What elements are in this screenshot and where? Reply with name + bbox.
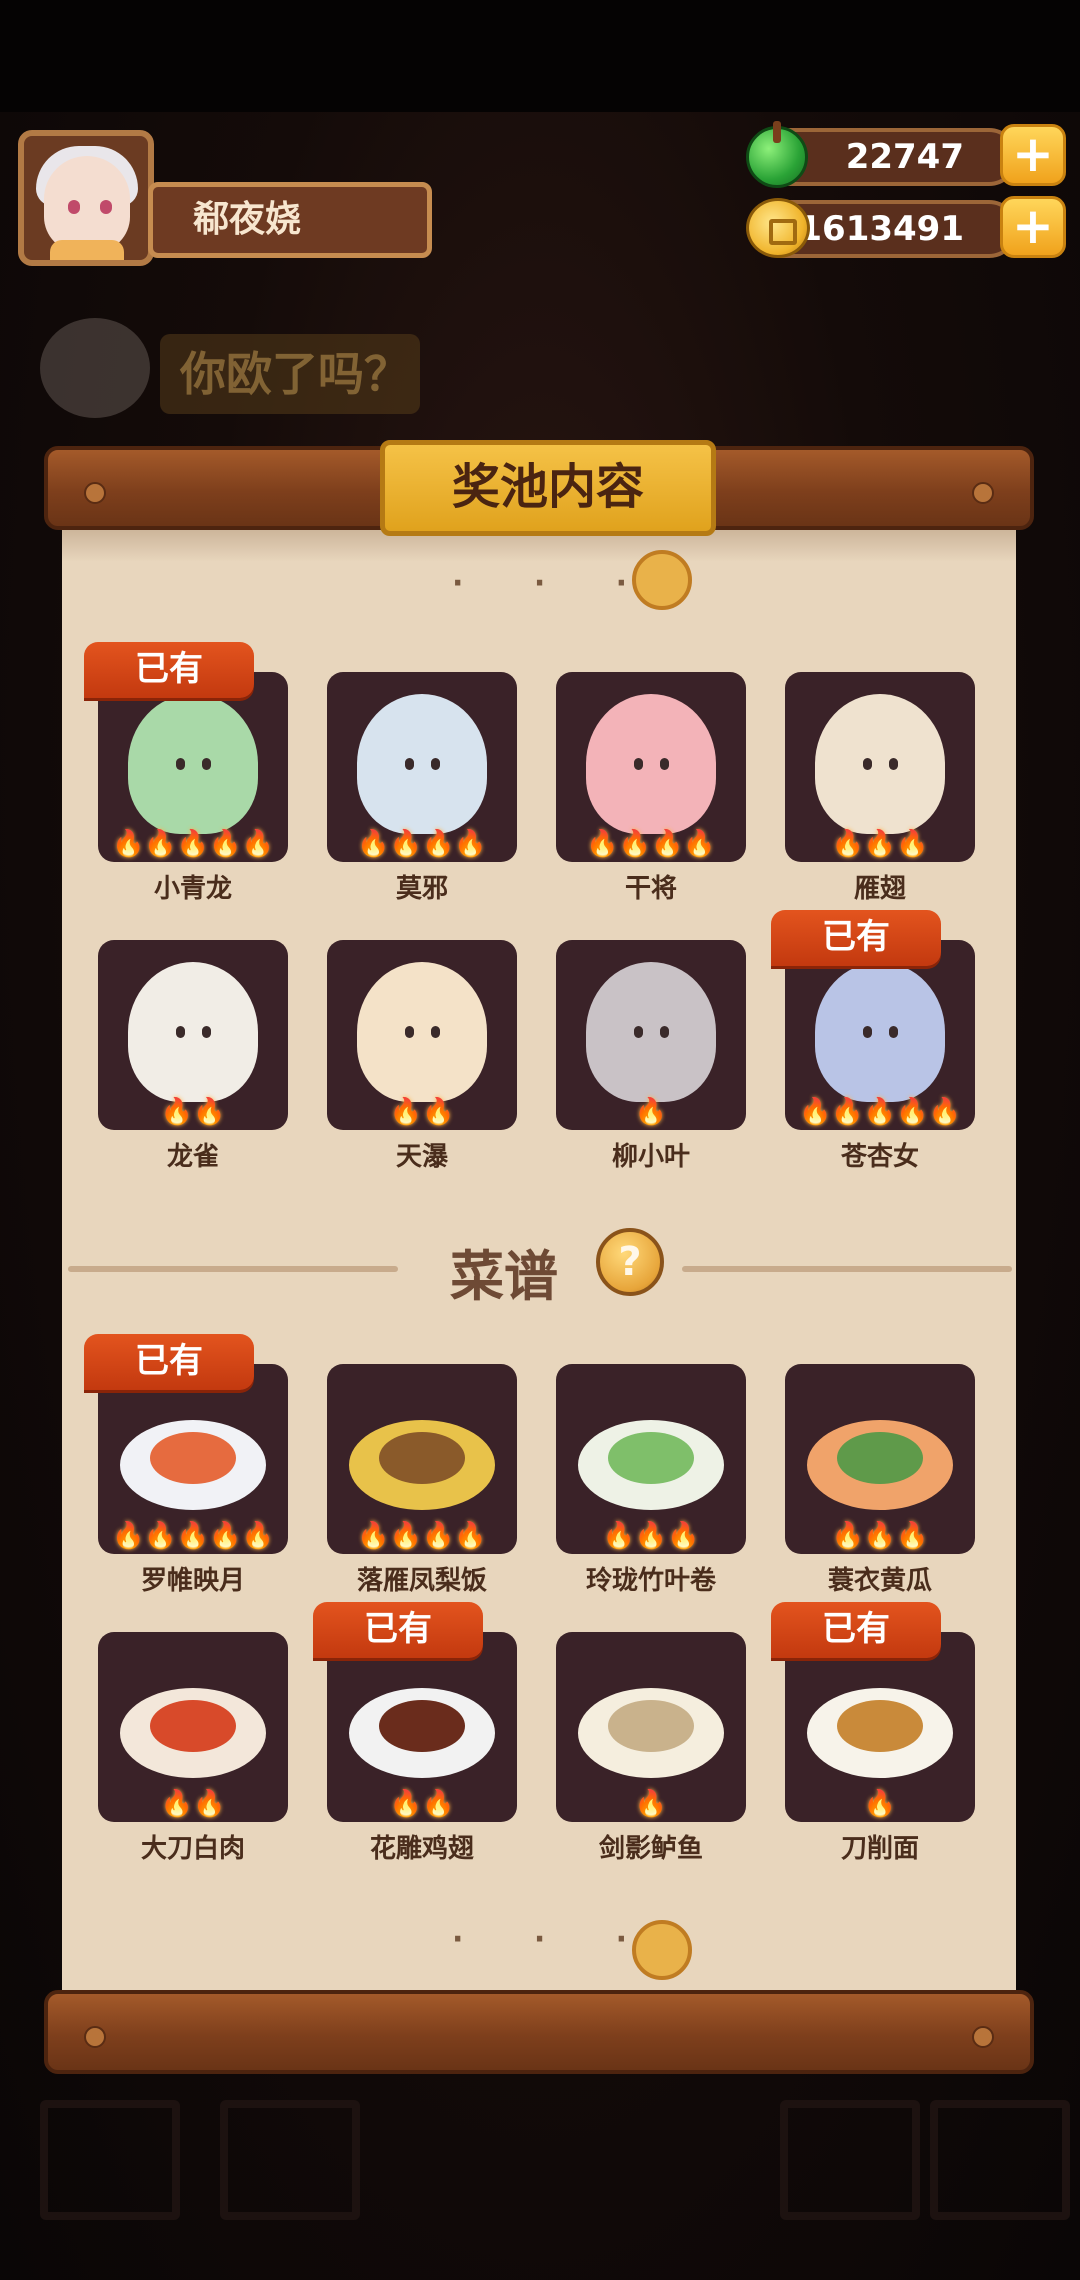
dish-image: [120, 1420, 266, 1510]
character-portrait: [128, 962, 258, 1102]
dish-image: [349, 1688, 495, 1778]
backdrop-banner: 你欧了吗？: [160, 334, 420, 414]
player-avatar[interactable]: [18, 130, 154, 266]
add-gems-button[interactable]: +: [1000, 124, 1066, 186]
recipe-card[interactable]: 🔥🔥: [327, 1632, 517, 1822]
rarity-flames: 🔥🔥: [160, 1789, 226, 1819]
character-name: 干将: [624, 874, 677, 904]
rarity-flames: 🔥🔥🔥🔥🔥: [112, 829, 274, 859]
divider-right: [682, 1266, 1012, 1272]
rarity-flames: 🔥🔥🔥🔥: [357, 829, 487, 859]
character-name: 雁翅: [853, 874, 906, 904]
character-name: 莫邪: [395, 874, 448, 904]
floor-tile: [40, 2100, 180, 2220]
character-name: 龙雀: [166, 1142, 219, 1172]
rarity-flames: 🔥: [863, 1789, 897, 1819]
recipe-card[interactable]: 🔥: [785, 1632, 975, 1822]
recipe-card[interactable]: 🔥🔥🔥: [785, 1364, 975, 1554]
rarity-flames: 🔥🔥: [160, 1097, 226, 1127]
dish-image: [349, 1420, 495, 1510]
character-portrait: [357, 962, 487, 1102]
character-card[interactable]: 🔥🔥🔥🔥: [327, 672, 517, 862]
rarity-flames: 🔥🔥🔥🔥🔥: [799, 1097, 961, 1127]
section-help-icon-partial: [632, 550, 692, 610]
floor-tile: [780, 2100, 920, 2220]
recipe-name: 花雕鸡翅: [369, 1834, 474, 1864]
character-name: 小青龙: [153, 874, 232, 904]
recipe-card[interactable]: 🔥🔥🔥🔥🔥: [98, 1364, 288, 1554]
recipe-card[interactable]: 🔥🔥🔥: [556, 1364, 746, 1554]
owned-badge: 已有: [313, 1602, 483, 1658]
coin-icon: [746, 198, 810, 258]
rarity-flames: 🔥🔥🔥: [602, 1521, 700, 1551]
floor-tile: [930, 2100, 1070, 2220]
character-card[interactable]: 🔥: [556, 940, 746, 1130]
gem-icon: [746, 121, 808, 188]
rarity-flames: 🔥🔥: [389, 1789, 455, 1819]
rarity-flames: 🔥🔥: [389, 1097, 455, 1127]
character-name: 柳小叶: [611, 1142, 690, 1172]
recipe-name: 罗帷映月: [140, 1566, 245, 1596]
rarity-flames: 🔥: [634, 1097, 668, 1127]
recipe-name: 刀削面: [840, 1834, 919, 1864]
character-card[interactable]: 🔥🔥🔥🔥🔥: [98, 672, 288, 862]
character-card[interactable]: 🔥🔥🔥🔥🔥: [785, 940, 975, 1130]
rarity-flames: 🔥🔥🔥🔥: [586, 829, 716, 859]
recipe-name: 玲珑竹叶卷: [585, 1566, 716, 1596]
recipe-name: 剑影鲈鱼: [598, 1834, 703, 1864]
add-coins-button[interactable]: +: [1000, 196, 1066, 258]
rarity-flames: 🔥🔥🔥: [831, 829, 929, 859]
character-card[interactable]: 🔥🔥: [327, 940, 517, 1130]
character-portrait: [815, 694, 945, 834]
dish-image: [807, 1420, 953, 1510]
recipe-card[interactable]: 🔥🔥🔥🔥: [327, 1364, 517, 1554]
recipe-card[interactable]: 🔥🔥: [98, 1632, 288, 1822]
owned-badge: 已有: [771, 1602, 941, 1658]
section-help-icon-partial: [632, 1920, 692, 1980]
dish-image: [120, 1688, 266, 1778]
recipe-name: 大刀白肉: [140, 1834, 245, 1864]
backdrop-bird-icon: [40, 318, 150, 418]
recipe-name: 落雁凤梨饭: [356, 1566, 487, 1596]
recipes-section-title: 菜谱: [450, 1245, 558, 1308]
rarity-flames: 🔥🔥🔥🔥: [357, 1521, 487, 1551]
recipe-name: 蓑衣黄瓜: [827, 1566, 932, 1596]
rarity-flames: 🔥🔥🔥: [831, 1521, 929, 1551]
character-card[interactable]: 🔥🔥: [98, 940, 288, 1130]
scroll-rod-bottom: [44, 1990, 1034, 2074]
panel-title: 奖池内容: [380, 440, 716, 536]
recipe-card[interactable]: 🔥: [556, 1632, 746, 1822]
status-bar-area: [0, 0, 1080, 112]
character-name: 苍杏女: [840, 1142, 919, 1172]
dish-image: [578, 1420, 724, 1510]
character-portrait: [357, 694, 487, 834]
character-portrait: [815, 962, 945, 1102]
owned-badge: 已有: [84, 642, 254, 698]
dish-image: [578, 1688, 724, 1778]
character-card[interactable]: 🔥🔥🔥🔥: [556, 672, 746, 862]
rarity-flames: 🔥: [634, 1789, 668, 1819]
character-card[interactable]: 🔥🔥🔥: [785, 672, 975, 862]
player-name: 郗夜娆: [148, 182, 432, 258]
recipes-help-icon[interactable]: ?: [596, 1228, 664, 1296]
divider-left: [68, 1266, 398, 1272]
owned-badge: 已有: [771, 910, 941, 966]
rarity-flames: 🔥🔥🔥🔥🔥: [112, 1521, 274, 1551]
character-name: 天瀑: [395, 1142, 448, 1172]
owned-badge: 已有: [84, 1334, 254, 1390]
character-portrait: [586, 962, 716, 1102]
dish-image: [807, 1688, 953, 1778]
floor-tile: [220, 2100, 360, 2220]
character-portrait: [586, 694, 716, 834]
character-portrait: [128, 694, 258, 834]
